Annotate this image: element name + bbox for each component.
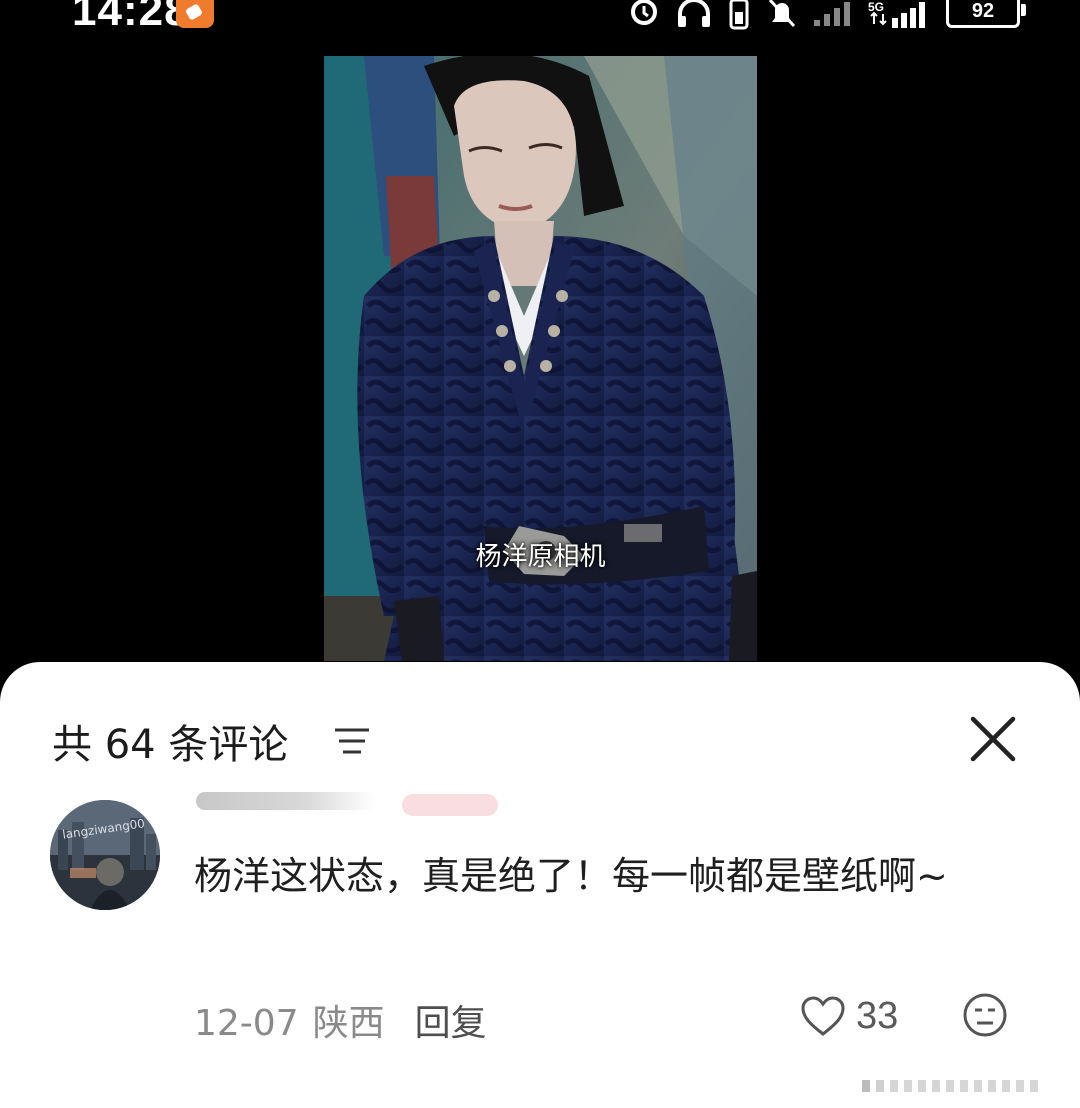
comment-count-title: 共 64 条评论 (52, 722, 289, 768)
dislike-face-icon[interactable] (962, 992, 1008, 1038)
avatar[interactable]: langziwang00 (50, 800, 160, 910)
mute-icon (768, 0, 796, 28)
5g-signal-icon: 5G (868, 0, 925, 28)
close-icon[interactable] (968, 714, 1018, 764)
signal-icon (814, 2, 850, 26)
sort-icon[interactable] (333, 726, 371, 756)
comment-date: 12-07 (194, 1003, 299, 1044)
headphones-icon (678, 0, 710, 27)
like-button[interactable]: 33 (800, 992, 898, 1040)
app-notification-icon (176, 0, 214, 28)
username-blurred[interactable] (196, 792, 376, 810)
svg-text:5G: 5G (868, 0, 884, 14)
status-time: 14:28 (72, 0, 190, 35)
status-bar: 14:28 5G 92 (0, 0, 1080, 40)
alarm-icon (631, 0, 657, 25)
comment-location: 陕西 (312, 1003, 385, 1044)
vibrate-icon (729, 0, 749, 30)
status-icons: 5G 92 (626, 0, 1026, 30)
comment-text: 杨洋这状态，真是绝了！每一帧都是壁纸啊~ (194, 854, 948, 898)
video-player[interactable]: 杨洋原相机 (324, 56, 757, 661)
heart-icon (801, 996, 845, 1036)
comments-sheet: 共 64 条评论 langziwang00 杨洋这状态，真是绝了！每一帧都是壁纸… (0, 662, 1080, 1108)
user-badge-blurred (402, 794, 498, 816)
page-indicator (862, 1080, 1038, 1092)
video-caption: 杨洋原相机 (475, 542, 606, 572)
like-count: 33 (856, 994, 899, 1037)
reply-button[interactable]: 回复 (415, 994, 487, 1046)
comment-meta: 12-07 陕西 回复 (194, 994, 487, 1046)
battery-indicator: 92 (946, 0, 1026, 28)
